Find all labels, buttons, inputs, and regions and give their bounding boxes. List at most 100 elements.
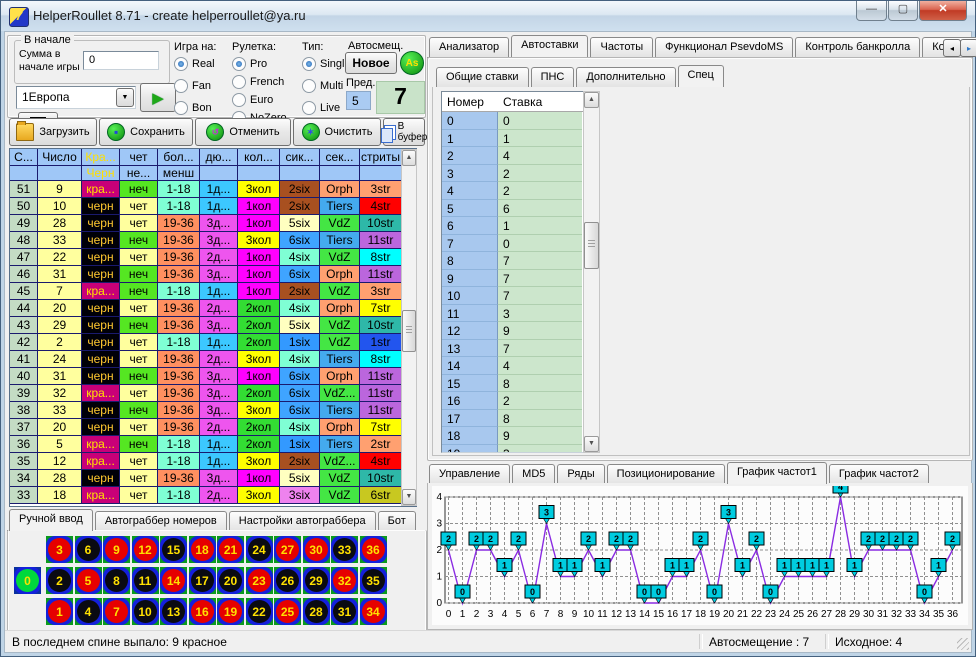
number-button-22[interactable]: 22: [246, 598, 273, 625]
number-button-24[interactable]: 24: [246, 536, 273, 563]
spins-row-40[interactable]: 4031черннеч19-363д...1кол6sixOrph11str: [10, 368, 416, 385]
undo-button[interactable]: ↺Отменить: [195, 118, 291, 146]
number-button-13[interactable]: 13: [160, 598, 187, 625]
bets-row-13[interactable]: 137: [442, 340, 584, 358]
scroll-down-icon[interactable]: ▼: [584, 436, 599, 452]
spins-row-51[interactable]: 519кра...неч1-181д...3кол2sixOrph3str: [10, 181, 416, 198]
open-folder-button[interactable]: Загрузить: [9, 118, 97, 146]
chart-tab-6[interactable]: График частот2: [829, 464, 929, 484]
number-button-26[interactable]: 26: [274, 567, 301, 594]
main-tab-3[interactable]: Частоты: [590, 37, 653, 57]
radio-icon[interactable]: [232, 75, 246, 89]
autoshift-icon[interactable]: As: [400, 51, 424, 75]
radio-icon[interactable]: [302, 79, 316, 93]
spins-table-scrollbar[interactable]: ▲ ▼: [401, 149, 417, 506]
chart-tab-3[interactable]: Ряды: [557, 464, 604, 484]
spins-row-34[interactable]: 3428чернчет19-363д...1кол5sixVdZ10str: [10, 470, 416, 487]
chart-tab-5[interactable]: График частот1: [727, 462, 827, 484]
scroll-up-icon[interactable]: ▲: [402, 150, 416, 166]
number-button-15[interactable]: 15: [160, 536, 187, 563]
close-button[interactable]: ✕: [919, 1, 967, 21]
spins-row-48[interactable]: 4833черннеч19-363д...3кол6sixTiers11str: [10, 232, 416, 249]
number-button-16[interactable]: 16: [189, 598, 216, 625]
bets-tab-4[interactable]: Спец: [678, 65, 724, 87]
radio-icon[interactable]: [302, 101, 316, 115]
chart-tab-1[interactable]: Управление: [429, 464, 510, 484]
main-tab-2[interactable]: Автоставки: [511, 35, 588, 57]
bets-row-6[interactable]: 61: [442, 217, 584, 235]
preset-select[interactable]: 1Европа ▼: [16, 86, 136, 109]
radio-option-Bon[interactable]: Bon: [174, 101, 216, 115]
number-button-1[interactable]: 1: [46, 598, 73, 625]
minimize-button[interactable]: —: [856, 1, 887, 21]
tab-scroll-left-icon[interactable]: ◂: [943, 39, 961, 57]
radio-option-Euro[interactable]: Euro: [232, 93, 287, 107]
number-button-12[interactable]: 12: [132, 536, 159, 563]
number-button-21[interactable]: 21: [217, 536, 244, 563]
dropdown-arrow-icon[interactable]: ▼: [116, 88, 134, 107]
spins-row-39[interactable]: 3932кра...чет19-363д...2кол6sixVdZ...11s…: [10, 385, 416, 402]
spins-row-36[interactable]: 365кра...неч1-181д...2кол1sixTiers2str: [10, 436, 416, 453]
bets-row-8[interactable]: 87: [442, 252, 584, 270]
radio-icon[interactable]: [302, 57, 316, 71]
main-tab-1[interactable]: Анализатор: [429, 37, 509, 57]
bets-row-18[interactable]: 189: [442, 427, 584, 445]
number-button-20[interactable]: 20: [217, 567, 244, 594]
main-tab-5[interactable]: Контроль банкролла: [795, 37, 920, 57]
bets-tab-2[interactable]: ПНС: [531, 67, 575, 87]
bets-row-4[interactable]: 42: [442, 182, 584, 200]
bets-row-9[interactable]: 97: [442, 270, 584, 288]
bets-tab-3[interactable]: Дополнительно: [576, 67, 675, 87]
number-button-25[interactable]: 25: [274, 598, 301, 625]
spins-row-46[interactable]: 4631черннеч19-363д...1кол6sixOrph11str: [10, 266, 416, 283]
number-button-27[interactable]: 27: [274, 536, 301, 563]
number-button-29[interactable]: 29: [303, 567, 330, 594]
spins-row-41[interactable]: 4124чернчет19-362д...3кол4sixTiers8str: [10, 351, 416, 368]
bets-row-12[interactable]: 129: [442, 322, 584, 340]
radio-option-Live[interactable]: Live: [302, 101, 344, 115]
spins-row-37[interactable]: 3720чернчет19-362д...2кол4sixOrph7str: [10, 419, 416, 436]
radio-icon[interactable]: [174, 57, 188, 71]
radio-option-Singl[interactable]: Singl: [302, 57, 344, 71]
new-button[interactable]: Новое: [345, 52, 397, 74]
input-tab-4[interactable]: Бот: [378, 511, 416, 531]
bets-row-2[interactable]: 24: [442, 147, 584, 165]
copy-button[interactable]: В буфер: [383, 118, 425, 146]
spins-row-42[interactable]: 422чернчет1-181д...2кол1sixVdZ1str: [10, 334, 416, 351]
number-button-19[interactable]: 19: [217, 598, 244, 625]
spins-row-38[interactable]: 3833черннеч19-363д...3кол6sixTiers11str: [10, 402, 416, 419]
number-button-17[interactable]: 17: [189, 567, 216, 594]
scroll-up-icon[interactable]: ▲: [584, 92, 599, 108]
bets-row-3[interactable]: 32: [442, 165, 584, 183]
number-button-32[interactable]: 32: [331, 567, 358, 594]
bets-tab-1[interactable]: Общие ставки: [436, 67, 529, 87]
spins-row-49[interactable]: 4928чернчет19-363д...1кол5sixVdZ10str: [10, 215, 416, 232]
input-tab-3[interactable]: Настройки автограббера: [229, 511, 376, 531]
number-button-4[interactable]: 4: [75, 598, 102, 625]
chart-tab-4[interactable]: Позиционирование: [607, 464, 725, 484]
number-button-3[interactable]: 3: [46, 536, 73, 563]
radio-option-Real[interactable]: Real: [174, 57, 216, 71]
number-button-14[interactable]: 14: [160, 567, 187, 594]
radio-option-French[interactable]: French: [232, 75, 287, 89]
input-tab-2[interactable]: Автограббер номеров: [95, 511, 227, 531]
scrollbar-thumb[interactable]: [402, 310, 416, 352]
start-sum-input[interactable]: 0: [83, 51, 159, 70]
number-button-11[interactable]: 11: [132, 567, 159, 594]
number-button-8[interactable]: 8: [103, 567, 130, 594]
number-button-35[interactable]: 35: [360, 567, 387, 594]
number-button-9[interactable]: 9: [103, 536, 130, 563]
play-button[interactable]: ▶: [140, 83, 176, 112]
number-button-7[interactable]: 7: [103, 598, 130, 625]
radio-icon[interactable]: [232, 93, 246, 107]
radio-option-Fan[interactable]: Fan: [174, 79, 216, 93]
resize-grip[interactable]: [957, 638, 969, 650]
main-tab-4[interactable]: Функционал PsevdoMS: [655, 37, 793, 57]
title-bar[interactable]: 7 HelperRoullet 8.71 - create helperroul…: [1, 1, 975, 31]
bets-row-5[interactable]: 56: [442, 200, 584, 218]
radio-icon[interactable]: [174, 101, 188, 115]
number-button-30[interactable]: 30: [303, 536, 330, 563]
spins-row-47[interactable]: 4722чернчет19-362д...1кол4sixVdZ8str: [10, 249, 416, 266]
bets-row-7[interactable]: 70: [442, 235, 584, 253]
number-button-5[interactable]: 5: [75, 567, 102, 594]
